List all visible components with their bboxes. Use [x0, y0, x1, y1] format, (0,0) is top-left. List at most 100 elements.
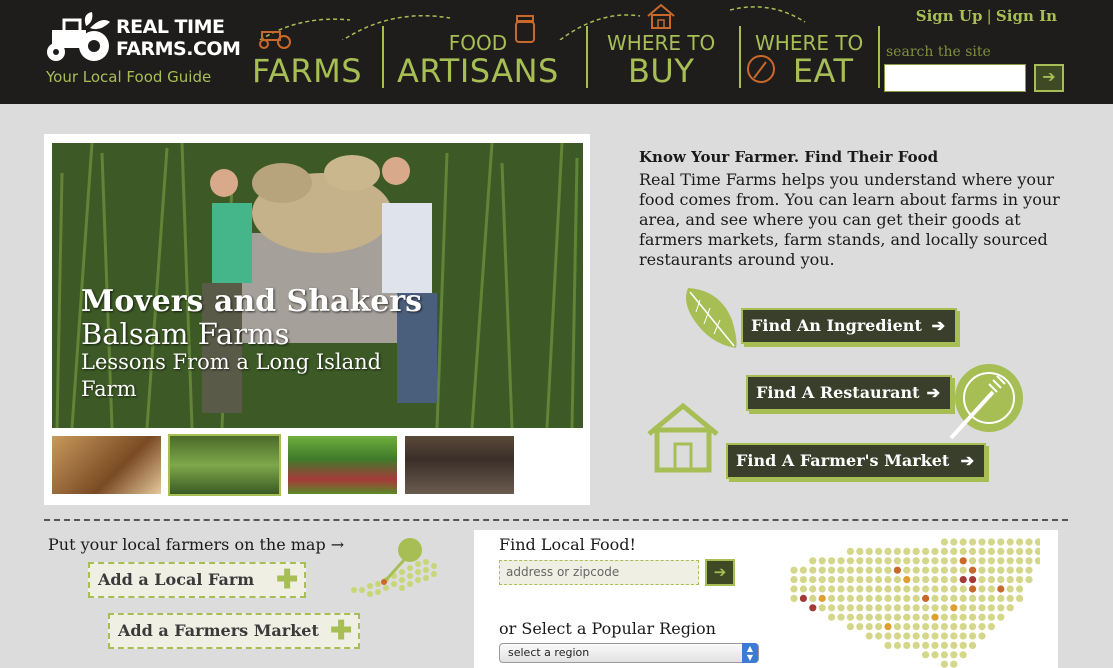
map-dot: [884, 547, 892, 555]
map-dot: [1016, 566, 1024, 574]
map-dot: [1025, 576, 1033, 584]
nav-farms[interactable]: FARMS: [252, 20, 362, 88]
map-dot: [912, 557, 920, 565]
map-dot: [828, 613, 836, 621]
map-dot: [828, 604, 836, 612]
site-search-input[interactable]: [884, 64, 1026, 92]
map-dot: [912, 613, 920, 621]
site-logo[interactable]: REAL TIME FARMS.COM Your Local Food Guid…: [42, 12, 241, 92]
map-dot: [987, 623, 995, 631]
map-dot: [922, 623, 930, 631]
map-dot: [922, 547, 930, 555]
sign-up-link[interactable]: Sign Up: [916, 7, 983, 25]
map-dot: [884, 594, 892, 602]
map-dot: [940, 623, 948, 631]
address-search-button[interactable]: ➔: [705, 559, 735, 586]
map-dot: [912, 632, 920, 640]
map-dot: [875, 566, 883, 574]
map-dot: [884, 623, 892, 631]
us-dot-map[interactable]: [780, 532, 1040, 668]
map-dot: [950, 604, 958, 612]
map-dot: [997, 585, 1005, 593]
map-dot: [1025, 547, 1033, 555]
map-dot: [978, 566, 986, 574]
map-dot: [893, 613, 901, 621]
find-restaurant-button[interactable]: Find A Restaurant ➔: [746, 375, 952, 411]
map-dot: [837, 604, 845, 612]
map-dot: [959, 613, 967, 621]
map-dot: [959, 594, 967, 602]
map-dot: [809, 604, 817, 612]
map-dot: [865, 566, 873, 574]
map-dot: [987, 604, 995, 612]
region-select[interactable]: select a region ▲ ▼: [499, 643, 759, 663]
map-dot: [1016, 585, 1024, 593]
find-farmers-market-button[interactable]: Find A Farmer's Market ➔: [726, 443, 986, 479]
address-zipcode-input[interactable]: address or zipcode: [499, 560, 699, 585]
map-dot: [1006, 594, 1014, 602]
map-dot: [950, 547, 958, 555]
map-dot: [856, 585, 864, 593]
map-dot: [828, 576, 836, 584]
map-dot: [903, 613, 911, 621]
map-dot: [1034, 538, 1040, 546]
map-dot: [940, 566, 948, 574]
map-dot: [884, 641, 892, 649]
map-dot: [969, 613, 977, 621]
map-dot: [1006, 557, 1014, 565]
map-dot: [893, 623, 901, 631]
map-dot: [987, 613, 995, 621]
map-dot: [978, 613, 986, 621]
map-dot: [959, 632, 967, 640]
sign-in-link[interactable]: Sign In: [996, 7, 1057, 25]
map-dot: [922, 641, 930, 649]
site-search-button[interactable]: ➔: [1034, 64, 1064, 92]
map-dot: [828, 557, 836, 565]
map-dot: [940, 660, 948, 668]
thumbnail-2[interactable]: [168, 434, 281, 496]
thumbnail-4[interactable]: [405, 436, 514, 494]
map-dot: [978, 547, 986, 555]
map-dot: [922, 576, 930, 584]
map-dot: [846, 623, 854, 631]
nav-farms-label: FARMS: [252, 52, 363, 90]
plate-fork-icon: [747, 55, 775, 83]
map-dot: [1025, 566, 1033, 574]
thumbnail-3[interactable]: [288, 436, 397, 494]
arrow-right-icon: ➔: [926, 383, 940, 402]
map-dot: [893, 632, 901, 640]
nav-food-artisans[interactable]: FOOD ARTISANS: [397, 20, 559, 88]
map-dot: [969, 538, 977, 546]
find-ingredient-button[interactable]: Find An Ingredient ➔: [741, 308, 957, 344]
map-dot: [865, 604, 873, 612]
map-dot: [1025, 557, 1033, 565]
map-dot: [987, 585, 995, 593]
map-dot: [809, 585, 817, 593]
map-dot: [978, 585, 986, 593]
map-dot: [950, 557, 958, 565]
map-dot: [922, 604, 930, 612]
map-dot: [799, 594, 807, 602]
map-dot: [959, 641, 967, 649]
map-dot: [959, 623, 967, 631]
map-dot: [799, 566, 807, 574]
map-dot: [856, 604, 864, 612]
map-dot: [940, 604, 948, 612]
nav-where-to-buy[interactable]: WHERE TO BUY: [607, 20, 715, 88]
add-local-farm-button[interactable]: Add a Local Farm ✚: [88, 562, 306, 598]
map-dot: [884, 613, 892, 621]
auth-divider: |: [986, 7, 992, 25]
map-dot: [978, 632, 986, 640]
map-dot: [790, 594, 798, 602]
logo-line-1: REAL TIME: [116, 16, 225, 38]
select-arrows-icon: ▲ ▼: [742, 643, 758, 663]
thumbnail-1[interactable]: [52, 436, 161, 494]
feature-title[interactable]: Movers and Shakers: [81, 285, 422, 319]
map-dot: [846, 585, 854, 593]
map-dot: [931, 623, 939, 631]
map-dot: [1016, 538, 1024, 546]
map-dot: [893, 576, 901, 584]
site-header: REAL TIME FARMS.COM Your Local Food Guid…: [0, 0, 1113, 106]
map-dot: [790, 585, 798, 593]
add-farmers-market-button[interactable]: Add a Farmers Market ✚: [108, 613, 360, 649]
